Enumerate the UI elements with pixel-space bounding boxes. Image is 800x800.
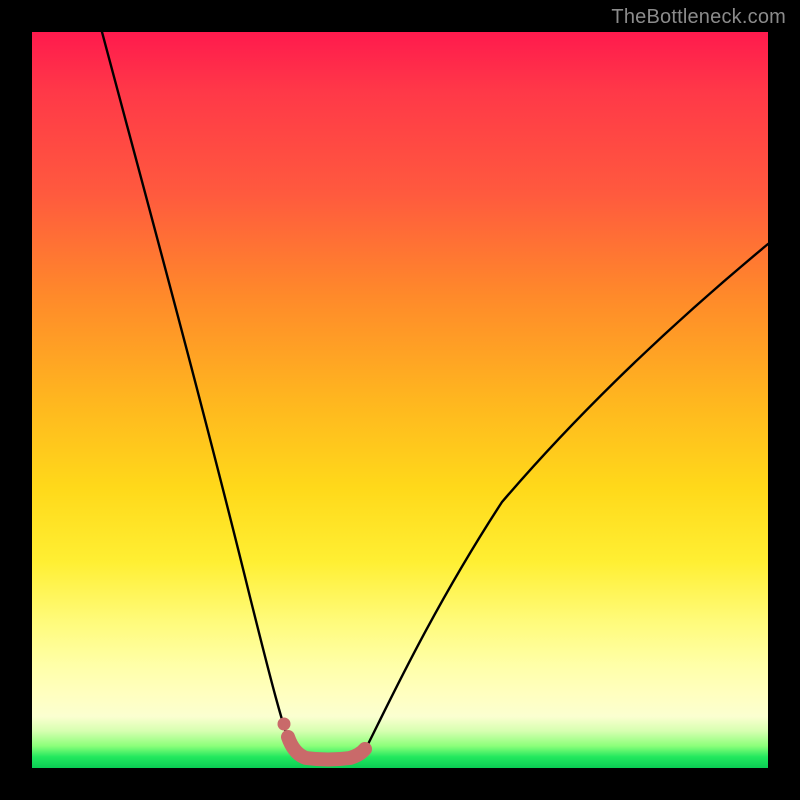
- bottleneck-curve: [32, 32, 768, 768]
- curve-path: [102, 32, 768, 760]
- chart-frame: TheBottleneck.com: [0, 0, 800, 800]
- plot-area: [32, 32, 768, 768]
- valley-marker-stroke: [288, 737, 365, 760]
- watermark-text: TheBottleneck.com: [611, 6, 786, 29]
- valley-marker-dot: [278, 718, 291, 731]
